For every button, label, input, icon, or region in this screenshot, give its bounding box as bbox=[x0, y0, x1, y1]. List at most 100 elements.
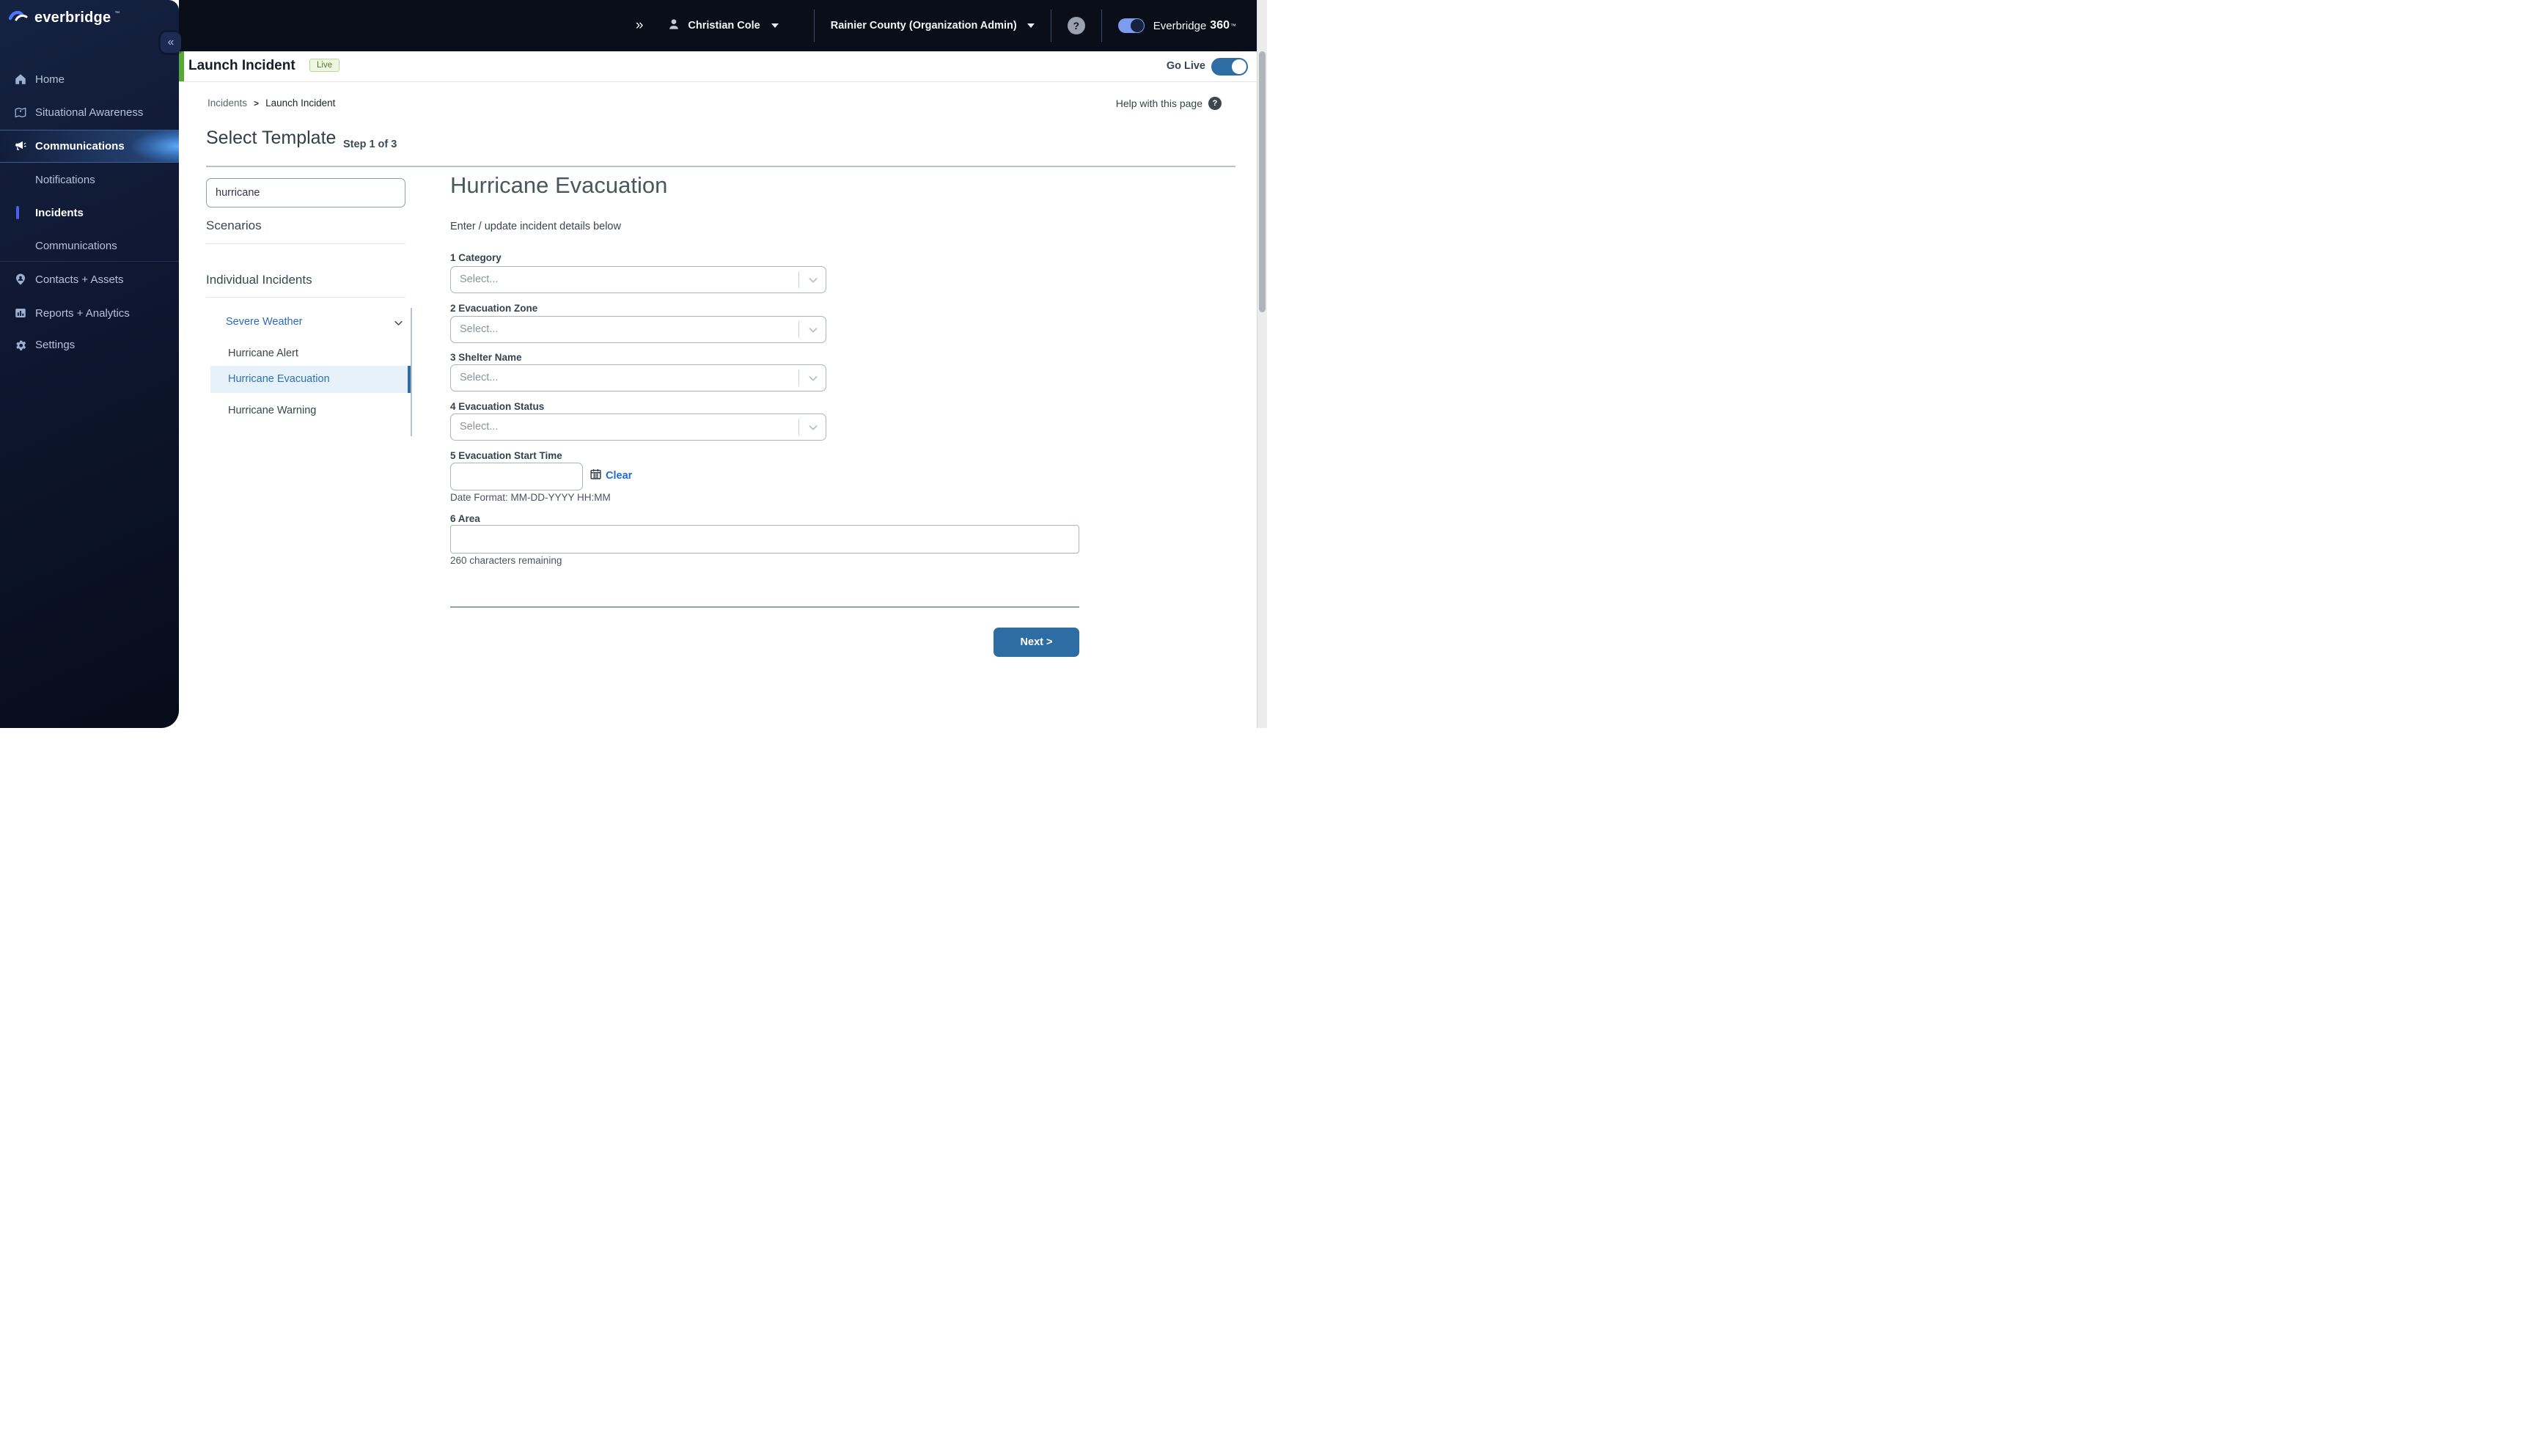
topbar-divider bbox=[1101, 10, 1102, 42]
sidebar-item-label: Settings bbox=[35, 338, 76, 351]
active-item-glow bbox=[132, 130, 179, 162]
page-scrollbar[interactable] bbox=[1257, 0, 1267, 728]
chevron-down-icon bbox=[807, 274, 819, 290]
sidebar-item-label: Home bbox=[35, 73, 65, 86]
sidebar-item-incidents[interactable]: Incidents bbox=[0, 198, 179, 227]
field-label-shelter-name: 3 Shelter Name bbox=[450, 352, 522, 363]
sidebar: everbridge ™ « Home Situational Awarenes… bbox=[0, 0, 181, 728]
sidebar-item-label: Reports + Analytics bbox=[35, 306, 130, 320]
sidebar-item-label: Situational Awareness bbox=[35, 106, 144, 119]
user-icon bbox=[666, 17, 681, 35]
help-with-page-link[interactable]: Help with this page ? bbox=[1116, 97, 1222, 110]
characters-remaining-hint: 260 characters remaining bbox=[450, 555, 562, 566]
clear-date-control[interactable]: Clear bbox=[590, 468, 632, 484]
field-label-evacuation-zone: 2 Evacuation Zone bbox=[450, 303, 538, 314]
user-menu[interactable]: Christian Cole bbox=[666, 17, 779, 35]
sidebar-item-situational-awareness[interactable]: Situational Awareness bbox=[0, 98, 179, 127]
page-title: Launch Incident bbox=[188, 58, 295, 73]
panel-divider bbox=[206, 297, 405, 298]
select-divider bbox=[798, 271, 799, 288]
sidebar-item-communications[interactable]: Communications bbox=[0, 130, 179, 163]
breadcrumb-separator: > bbox=[254, 98, 260, 109]
evacuation-zone-select[interactable]: Select... bbox=[450, 316, 826, 343]
tree-scrollbar[interactable] bbox=[411, 308, 412, 436]
gear-icon bbox=[14, 338, 27, 351]
expand-chevrons-icon[interactable]: » bbox=[636, 18, 643, 34]
topbar-divider bbox=[813, 10, 815, 42]
logo-trademark: ™ bbox=[114, 11, 120, 16]
chevron-down-icon bbox=[807, 422, 819, 437]
scenarios-heading: Scenarios bbox=[206, 218, 262, 232]
next-button[interactable]: Next > bbox=[994, 628, 1079, 657]
selected-marker bbox=[16, 206, 19, 219]
sidebar-item-label: Communications bbox=[35, 239, 117, 252]
form-subtitle: Enter / update incident details below bbox=[450, 221, 621, 232]
tree-item-label: Hurricane Warning bbox=[228, 405, 317, 416]
template-search-input[interactable] bbox=[206, 178, 405, 207]
tree-item-hurricane-evacuation[interactable]: Hurricane Evacuation bbox=[210, 366, 411, 393]
field-label-evacuation-start-time: 5 Evacuation Start Time bbox=[450, 450, 562, 461]
wizard-heading: Select Template bbox=[206, 128, 337, 148]
go-live-label: Go Live bbox=[1166, 60, 1205, 72]
sidebar-item-communications-sub[interactable]: Communications bbox=[0, 231, 179, 260]
panel-divider bbox=[206, 243, 405, 244]
select-divider bbox=[798, 321, 799, 338]
evacuation-start-time-input[interactable] bbox=[450, 463, 583, 490]
sidebar-item-home[interactable]: Home bbox=[0, 65, 179, 94]
tree-item-hurricane-warning[interactable]: Hurricane Warning bbox=[210, 397, 411, 424]
shelter-name-select[interactable]: Select... bbox=[450, 364, 826, 391]
trademark-symbol: ™ bbox=[1230, 22, 1236, 29]
sidebar-item-contacts-assets[interactable]: Contacts + Assets bbox=[0, 265, 179, 294]
product-suffix: 360 bbox=[1210, 19, 1230, 32]
help-icon[interactable]: ? bbox=[1067, 17, 1085, 34]
sidebar-item-reports-analytics[interactable]: Reports + Analytics bbox=[0, 298, 179, 328]
chevron-down-icon bbox=[807, 372, 819, 388]
tree-item-hurricane-alert[interactable]: Hurricane Alert bbox=[210, 340, 411, 367]
go-live-toggle[interactable] bbox=[1211, 58, 1248, 76]
everbridge-360-toggle[interactable] bbox=[1117, 18, 1145, 33]
sidebar-item-label: Notifications bbox=[35, 173, 95, 186]
accent-green-bar bbox=[179, 51, 184, 81]
tree-item-label: Hurricane Alert bbox=[228, 348, 298, 359]
calendar-icon bbox=[590, 468, 602, 484]
app-window: » Christian Cole Rainier County (Organiz… bbox=[0, 0, 1267, 728]
breadcrumb: Incidents > Launch Incident bbox=[208, 98, 335, 109]
select-placeholder: Select... bbox=[460, 323, 499, 335]
logo-text: everbridge bbox=[34, 10, 111, 26]
breadcrumb-incidents-link[interactable]: Incidents bbox=[208, 98, 247, 109]
topbar: » Christian Cole Rainier County (Organiz… bbox=[179, 0, 1267, 51]
date-format-hint: Date Format: MM-DD-YYYY HH:MM bbox=[450, 492, 611, 503]
chevron-down-icon bbox=[771, 23, 779, 28]
chevron-down-icon bbox=[807, 324, 819, 339]
scrollbar-thumb[interactable] bbox=[1259, 51, 1266, 312]
product-label: Everbridge 360 ™ bbox=[1153, 19, 1236, 32]
individual-incidents-heading: Individual Incidents bbox=[206, 273, 312, 287]
evacuation-status-select[interactable]: Select... bbox=[450, 413, 826, 441]
field-label-evacuation-status: 4 Evacuation Status bbox=[450, 401, 545, 412]
contact-pin-icon bbox=[14, 273, 27, 286]
tree-group-label: Severe Weather bbox=[226, 316, 303, 328]
area-input[interactable] bbox=[450, 525, 1079, 554]
wizard-step-indicator: Step 1 of 3 bbox=[343, 139, 397, 150]
bar-chart-icon bbox=[14, 306, 27, 320]
sidebar-separator bbox=[0, 261, 179, 262]
tree-group-severe-weather[interactable]: Severe Weather bbox=[210, 312, 411, 335]
heading-divider bbox=[206, 166, 1235, 167]
sidebar-collapse-button[interactable]: « bbox=[161, 32, 181, 53]
organization-name: Rainier County (Organization Admin) bbox=[830, 20, 1017, 32]
sidebar-item-notifications[interactable]: Notifications bbox=[0, 165, 179, 194]
sidebar-item-label: Communications bbox=[35, 140, 125, 152]
everbridge-logo[interactable]: everbridge ™ bbox=[9, 10, 120, 27]
main-content: Incidents > Launch Incident Help with th… bbox=[179, 82, 1267, 728]
sidebar-item-settings[interactable]: Settings bbox=[0, 330, 179, 359]
organization-menu[interactable]: Rainier County (Organization Admin) bbox=[831, 20, 1035, 32]
toggle-knob bbox=[1130, 19, 1144, 32]
select-placeholder: Select... bbox=[460, 372, 499, 383]
select-divider bbox=[798, 419, 799, 435]
category-select[interactable]: Select... bbox=[450, 266, 826, 293]
clear-link[interactable]: Clear bbox=[606, 470, 632, 482]
tree-item-label: Hurricane Evacuation bbox=[228, 373, 330, 385]
megaphone-icon bbox=[14, 140, 27, 153]
chevron-down-icon[interactable] bbox=[393, 317, 404, 332]
product-name: Everbridge bbox=[1153, 19, 1207, 32]
